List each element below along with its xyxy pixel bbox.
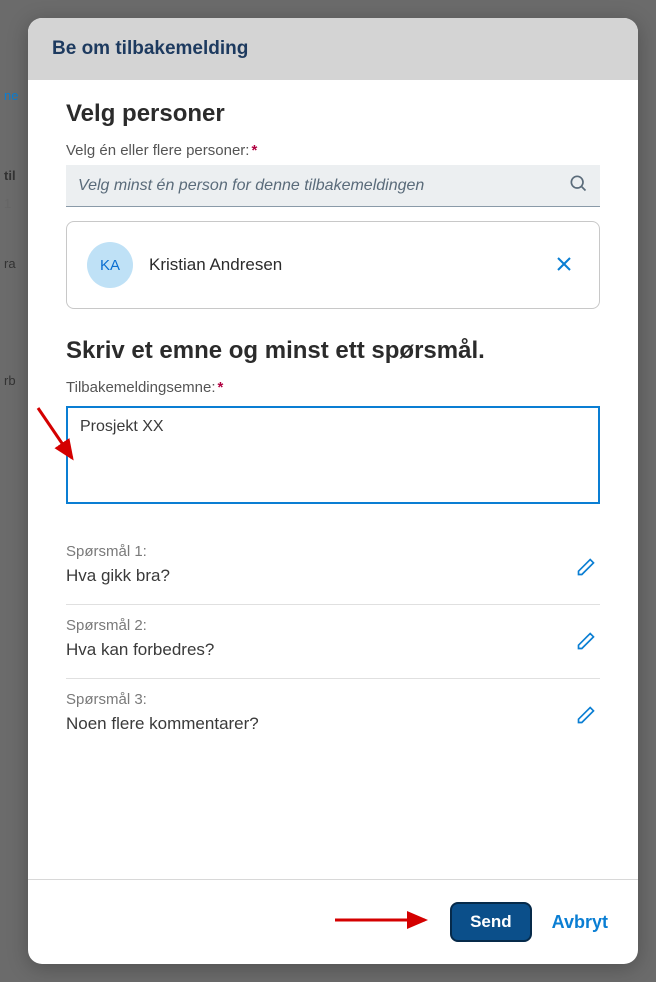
feedback-modal: Be om tilbakemelding Velg personer Velg … [28, 18, 638, 964]
question-text: Noen flere kommentarer? [66, 714, 572, 734]
modal-title: Be om tilbakemelding [52, 38, 614, 60]
cancel-button[interactable]: Avbryt [552, 912, 608, 933]
required-asterisk: * [251, 142, 257, 159]
question-label: Spørsmål 2: [66, 617, 572, 634]
people-heading: Velg personer [66, 100, 600, 128]
selected-people-container: KA Kristian Andresen [66, 221, 600, 309]
avatar: KA [87, 242, 133, 288]
question-label: Spørsmål 1: [66, 543, 572, 560]
modal-header: Be om tilbakemelding [28, 18, 638, 80]
question-text: Hva gikk bra? [66, 566, 572, 586]
subject-label: Tilbakemeldingsemne:* [66, 379, 600, 396]
question-row: Spørsmål 2: Hva kan forbedres? [66, 605, 600, 679]
backdrop-fragment: til [4, 168, 16, 183]
people-label-text: Velg én eller flere personer: [66, 142, 249, 159]
pencil-icon[interactable] [572, 701, 600, 734]
backdrop-fragment: rb [4, 373, 16, 388]
subject-heading: Skriv et emne og minst ett spørsmål. [66, 337, 600, 365]
person-chip: KA Kristian Andresen [87, 242, 579, 288]
question-text: Hva kan forbedres? [66, 640, 572, 660]
person-search-input[interactable]: Velg minst én person for denne tilbakeme… [66, 165, 600, 207]
remove-person-button[interactable] [549, 251, 579, 280]
send-button[interactable]: Send [450, 902, 532, 942]
required-asterisk: * [218, 379, 224, 396]
backdrop-fragment: 1 [4, 196, 11, 211]
question-row: Spørsmål 3: Noen flere kommentarer? [66, 679, 600, 752]
people-label: Velg én eller flere personer:* [66, 142, 600, 159]
question-label: Spørsmål 3: [66, 691, 572, 708]
backdrop-fragment: ne [4, 88, 18, 103]
pencil-icon[interactable] [572, 627, 600, 660]
modal-body: Velg personer Velg én eller flere person… [28, 80, 638, 879]
modal-footer: Send Avbryt [28, 879, 638, 964]
search-placeholder-text: Velg minst én person for denne tilbakeme… [78, 177, 568, 195]
subject-label-text: Tilbakemeldingsemne: [66, 379, 216, 396]
pencil-icon[interactable] [572, 553, 600, 586]
question-row: Spørsmål 1: Hva gikk bra? [66, 531, 600, 605]
person-name: Kristian Andresen [149, 255, 549, 275]
subject-textarea[interactable] [66, 406, 600, 504]
backdrop-fragment: ra [4, 256, 16, 271]
search-icon[interactable] [568, 173, 588, 198]
